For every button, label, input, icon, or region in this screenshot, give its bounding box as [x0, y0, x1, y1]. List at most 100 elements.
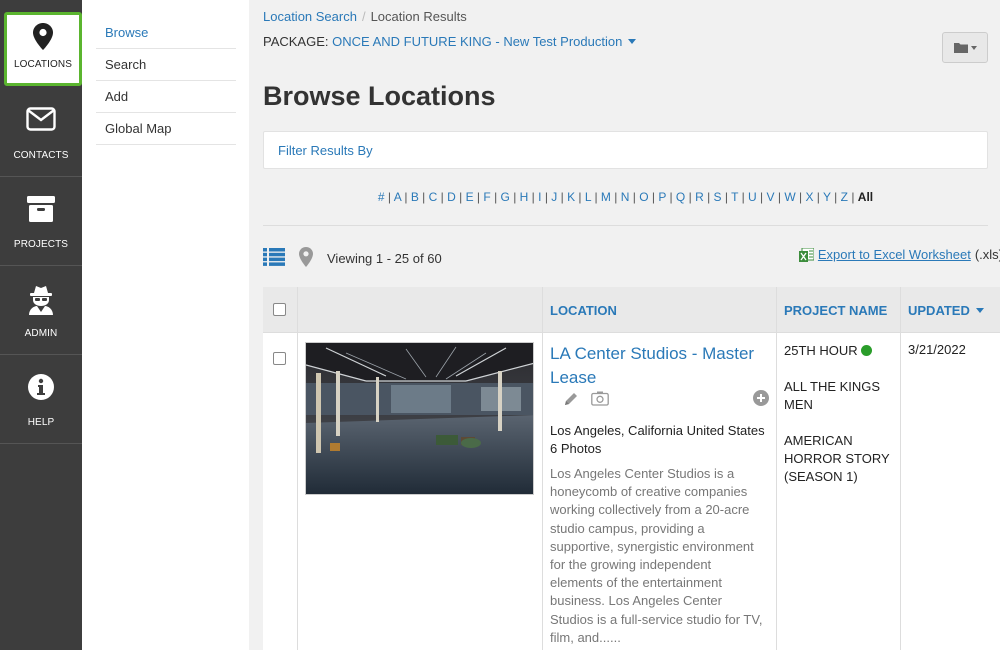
alphabet-separator: |: [541, 190, 552, 204]
caret-down-icon: [975, 308, 984, 313]
alphabet-filter-w[interactable]: W: [784, 190, 795, 204]
alphabet-filter-hash[interactable]: #: [378, 190, 385, 204]
alphabet-separator: |: [610, 190, 621, 204]
alphabet-separator: |: [685, 190, 696, 204]
subnav-add[interactable]: Add: [96, 81, 236, 113]
alphabet-separator: |: [666, 190, 676, 204]
column-divider: [542, 287, 543, 650]
alphabet-filter-v[interactable]: V: [767, 190, 775, 204]
subnav-global-map[interactable]: Global Map: [96, 113, 236, 145]
folder-menu-button[interactable]: [942, 32, 988, 63]
alphabet-separator: |: [774, 190, 785, 204]
add-circle-icon[interactable]: [753, 390, 769, 406]
nav-label: CONTACTS: [13, 150, 69, 161]
alphabet-filter-y[interactable]: Y: [823, 190, 831, 204]
folder-icon: [953, 43, 968, 53]
project-item[interactable]: 25TH HOUR: [784, 342, 894, 360]
row-checkbox[interactable]: [273, 352, 286, 365]
alphabet-filter-z[interactable]: Z: [841, 190, 848, 204]
archive-box-icon: [0, 196, 82, 224]
filter-panel[interactable]: Filter Results By: [263, 131, 988, 169]
location-title-link[interactable]: LA Center Studios - Master Lease: [550, 342, 770, 390]
photo-count: 6 Photos: [550, 441, 602, 456]
header-location[interactable]: LOCATION: [550, 303, 617, 318]
alphabet-filter-q[interactable]: Q: [676, 190, 685, 204]
alphabet-separator: |: [813, 190, 824, 204]
alphabet-filter-f[interactable]: F: [483, 190, 490, 204]
column-divider: [297, 287, 298, 650]
column-divider: [900, 287, 901, 650]
result-count: Viewing 1 - 25 of 60: [327, 251, 442, 266]
envelope-icon: [0, 107, 82, 135]
header-project-name[interactable]: PROJECT NAME: [784, 303, 887, 318]
breadcrumb-separator: /: [361, 9, 366, 24]
map-pin-icon: [7, 23, 79, 51]
breadcrumb: Location Search / Location Results: [263, 9, 467, 24]
nav-help[interactable]: HELP: [0, 355, 82, 444]
subnav-browse[interactable]: Browse: [96, 17, 236, 49]
alphabet-filter-c[interactable]: C: [429, 190, 438, 204]
alphabet-filter-r[interactable]: R: [695, 190, 704, 204]
alphabet-separator: |: [418, 190, 429, 204]
alphabet-separator: |: [528, 190, 539, 204]
alphabet-separator: |: [629, 190, 640, 204]
excel-icon[interactable]: [798, 247, 814, 262]
filter-results-toggle[interactable]: Filter Results By: [278, 143, 373, 158]
pencil-edit-icon[interactable]: [563, 391, 579, 407]
nav-label: PROJECTS: [13, 239, 69, 250]
nav-admin[interactable]: ADMIN: [0, 266, 82, 355]
project-list: 25TH HOUR ALL THE KINGS MEN AMERICAN HOR…: [784, 342, 894, 504]
package-label: PACKAGE:: [263, 34, 329, 49]
caret-down-icon[interactable]: [627, 39, 636, 44]
export-excel: Export to Excel Worksheet (.xls): [798, 247, 1000, 262]
subnav-search[interactable]: Search: [96, 49, 236, 81]
active-status-dot: [860, 345, 872, 356]
alphabet-filter-g[interactable]: G: [501, 190, 510, 204]
alphabet-filter-u[interactable]: U: [748, 190, 757, 204]
nav-projects[interactable]: PROJECTS: [0, 177, 82, 266]
left-nav: LOCATIONS CONTACTS PROJECTS ADMIN HELP: [0, 0, 82, 650]
breadcrumb-current: Location Results: [370, 9, 467, 24]
nav-label: ADMIN: [24, 328, 58, 339]
alphabet-separator: |: [830, 190, 841, 204]
alphabet-filter-s[interactable]: S: [714, 190, 722, 204]
alphabet-filter-e[interactable]: E: [466, 190, 474, 204]
alphabet-separator: |: [509, 190, 520, 204]
updated-date: 3/21/2022: [908, 342, 966, 357]
alphabet-filter-d[interactable]: D: [447, 190, 456, 204]
package-selector: PACKAGE: ONCE AND FUTURE KING - New Test…: [263, 34, 636, 49]
divider: [263, 225, 988, 226]
row-tools: [563, 389, 773, 409]
alphabet-filter-all[interactable]: All: [858, 190, 873, 204]
location-photo-thumbnail[interactable]: [305, 342, 534, 495]
location-address: Los Angeles, California United States 6 …: [550, 422, 765, 458]
alphabet-filter-o[interactable]: O: [639, 190, 648, 204]
alphabet-separator: |: [721, 190, 732, 204]
alphabet-filter-b[interactable]: B: [411, 190, 419, 204]
project-item[interactable]: AMERICAN HORROR STORY (SEASON 1): [784, 432, 894, 486]
spy-agent-icon: [0, 285, 82, 315]
nav-locations[interactable]: LOCATIONS: [4, 12, 82, 86]
alphabet-filter-k[interactable]: K: [567, 190, 575, 204]
export-excel-link[interactable]: Export to Excel Worksheet: [818, 247, 971, 262]
breadcrumb-location-search[interactable]: Location Search: [263, 9, 357, 24]
alphabet-separator: |: [557, 190, 568, 204]
select-all-checkbox[interactable]: [273, 303, 286, 316]
alphabet-separator: |: [401, 190, 411, 204]
map-view-icon[interactable]: [299, 247, 313, 267]
package-dropdown[interactable]: ONCE AND FUTURE KING - New Test Producti…: [332, 34, 622, 49]
alphabet-separator: |: [437, 190, 448, 204]
alphabet-separator: |: [473, 190, 484, 204]
alphabet-separator: |: [648, 190, 659, 204]
camera-photos-icon[interactable]: [591, 391, 609, 406]
alphabet-filter-m[interactable]: M: [601, 190, 611, 204]
list-view-icon[interactable]: [263, 248, 285, 266]
nav-label: LOCATIONS: [14, 59, 72, 70]
project-item[interactable]: ALL THE KINGS MEN: [784, 378, 894, 414]
header-updated[interactable]: UPDATED: [908, 303, 984, 318]
alphabet-filter-a[interactable]: A: [394, 190, 401, 204]
alphabet-filter-p[interactable]: P: [658, 190, 666, 204]
alphabet-separator: |: [847, 190, 858, 204]
view-toolbar: Viewing 1 - 25 of 60 Export to Excel Wor…: [263, 246, 1000, 270]
nav-contacts[interactable]: CONTACTS: [0, 88, 82, 177]
